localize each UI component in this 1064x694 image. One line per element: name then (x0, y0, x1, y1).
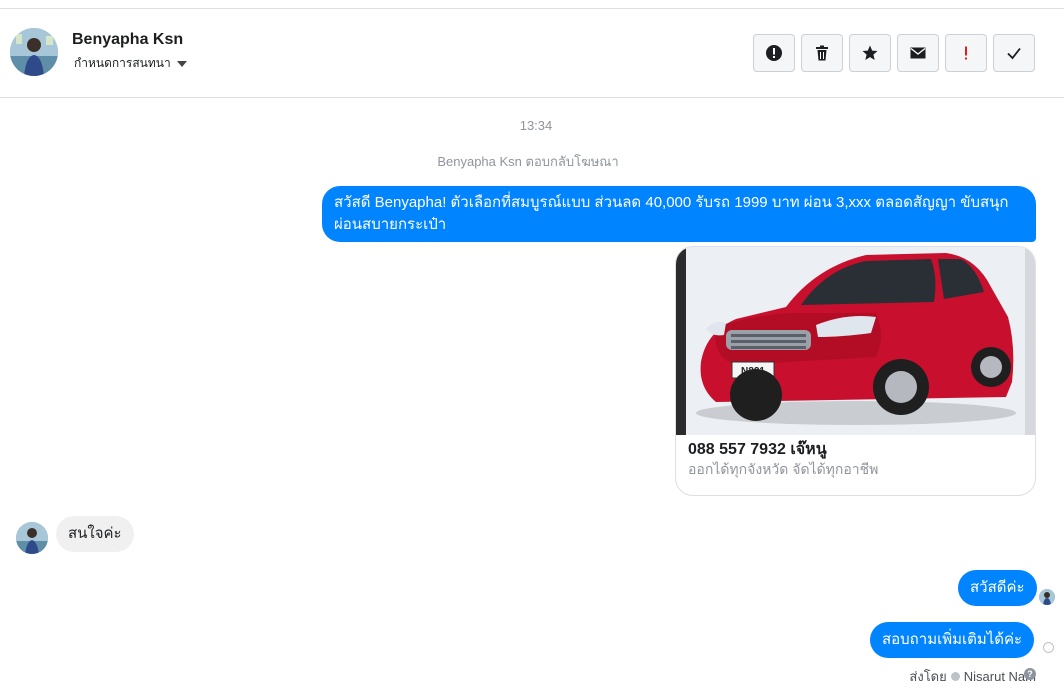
contact-name[interactable]: Benyapha Ksn (72, 31, 183, 49)
envelope-icon (910, 47, 926, 59)
ad-card-subtitle: ออกได้ทุกจังหวัด จัดได้ทุกอาชีพ (688, 461, 879, 477)
exclamation-icon (965, 46, 967, 60)
ad-card[interactable]: N821 088 557 7932 เจ๊หนู ออกได้ทุกจังหวั… (675, 246, 1036, 496)
help-question-icon[interactable]: ? (1024, 668, 1036, 680)
conversation-header: Benyapha Ksn กำหนดการสนทนา (0, 9, 1064, 98)
ad-reply-note: Benyapha Ksn ตอบกลับโฆษณา (437, 154, 619, 169)
outgoing-message: สวัสดีค่ะ (958, 570, 1037, 606)
checkmark-icon (1007, 47, 1021, 60)
alert-circle-icon (766, 45, 782, 61)
delivered-check-icon (1043, 642, 1054, 653)
mark-unread-button[interactable] (897, 34, 939, 72)
incoming-message: สนใจค่ะ (56, 516, 134, 552)
outgoing-message: สวัสดี Benyapha! ตัวเลือกที่สมบูรณ์แบบ ส… (322, 186, 1036, 242)
trash-icon (816, 45, 828, 61)
spam-info-button[interactable] (753, 34, 795, 72)
star-icon (862, 45, 878, 60)
message-timestamp: 13:34 (519, 118, 553, 133)
outgoing-message: สอบถามเพิ่มเติมได้ค่ะ (870, 622, 1035, 658)
caret-down-icon (176, 61, 187, 67)
verified-dot-icon (950, 672, 960, 681)
mark-done-button[interactable] (993, 34, 1035, 72)
mark-important-button[interactable] (945, 34, 987, 72)
delete-button[interactable] (801, 34, 843, 72)
star-button[interactable] (849, 34, 891, 72)
contact-avatar-small[interactable] (16, 522, 48, 554)
conversation-toolbar (753, 34, 1035, 72)
conversation-label-dropdown[interactable]: กำหนดการสนทนา (74, 54, 187, 73)
car-image: N821 (676, 247, 1035, 435)
label-dropdown-text: กำหนดการสนทนา (74, 56, 171, 70)
seen-avatar-icon (1039, 589, 1055, 605)
sent-by-prefix: ส่งโดย (909, 669, 947, 684)
sent-by-line: ส่งโดย Nisarut Nam (909, 666, 1036, 687)
contact-avatar[interactable] (10, 28, 58, 76)
